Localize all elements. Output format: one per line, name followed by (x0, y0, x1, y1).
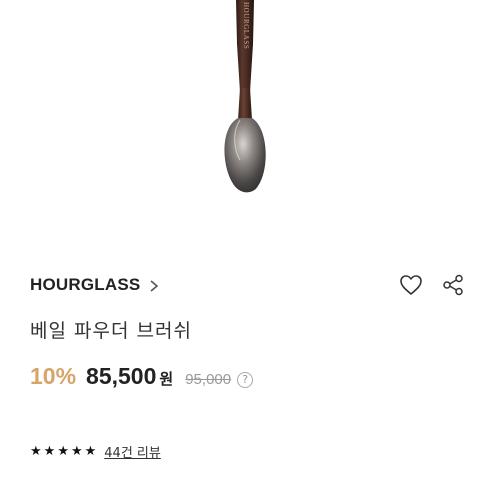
makeup-brush-illustration: HOURGLASS (224, 0, 266, 193)
brand-name: HOURGLASS (30, 275, 141, 294)
brush-ferrule (238, 88, 252, 120)
action-buttons (398, 272, 466, 298)
star-icon: ★ (70, 443, 83, 459)
rating-row: ★ ★ ★ ★ ★ 44건 리뷰 (30, 441, 161, 461)
star-icon: ★ (84, 443, 97, 459)
star-icon: ★ (43, 443, 56, 459)
info-icon[interactable]: ? (237, 371, 254, 388)
brand-link[interactable]: HOURGLASS (30, 275, 160, 295)
price-row: 10% 85,500 원 95,000 ? (30, 363, 254, 395)
brush-bristles (224, 118, 266, 193)
share-icon (443, 274, 463, 296)
sale-price: 85,500 (86, 363, 157, 389)
chevron-right-icon (148, 278, 160, 292)
review-count-link[interactable]: 44건 리뷰 (104, 442, 161, 461)
rating-stars: ★ ★ ★ ★ ★ (30, 445, 98, 458)
heart-icon (400, 275, 422, 295)
brand-row: HOURGLASS (30, 273, 466, 297)
original-price: 95,000 (185, 371, 232, 388)
share-button[interactable] (440, 272, 466, 298)
currency-unit: 원 (159, 370, 174, 388)
star-icon: ★ (57, 443, 69, 459)
wishlist-button[interactable] (398, 272, 424, 298)
discount-rate: 10% (30, 363, 77, 389)
product-name: 베일 파우더 브러쉬 (30, 320, 192, 342)
star-icon: ★ (30, 443, 42, 459)
brush-imprint: HOURGLASS (242, 2, 250, 49)
product-image: HOURGLASS (0, 0, 490, 250)
